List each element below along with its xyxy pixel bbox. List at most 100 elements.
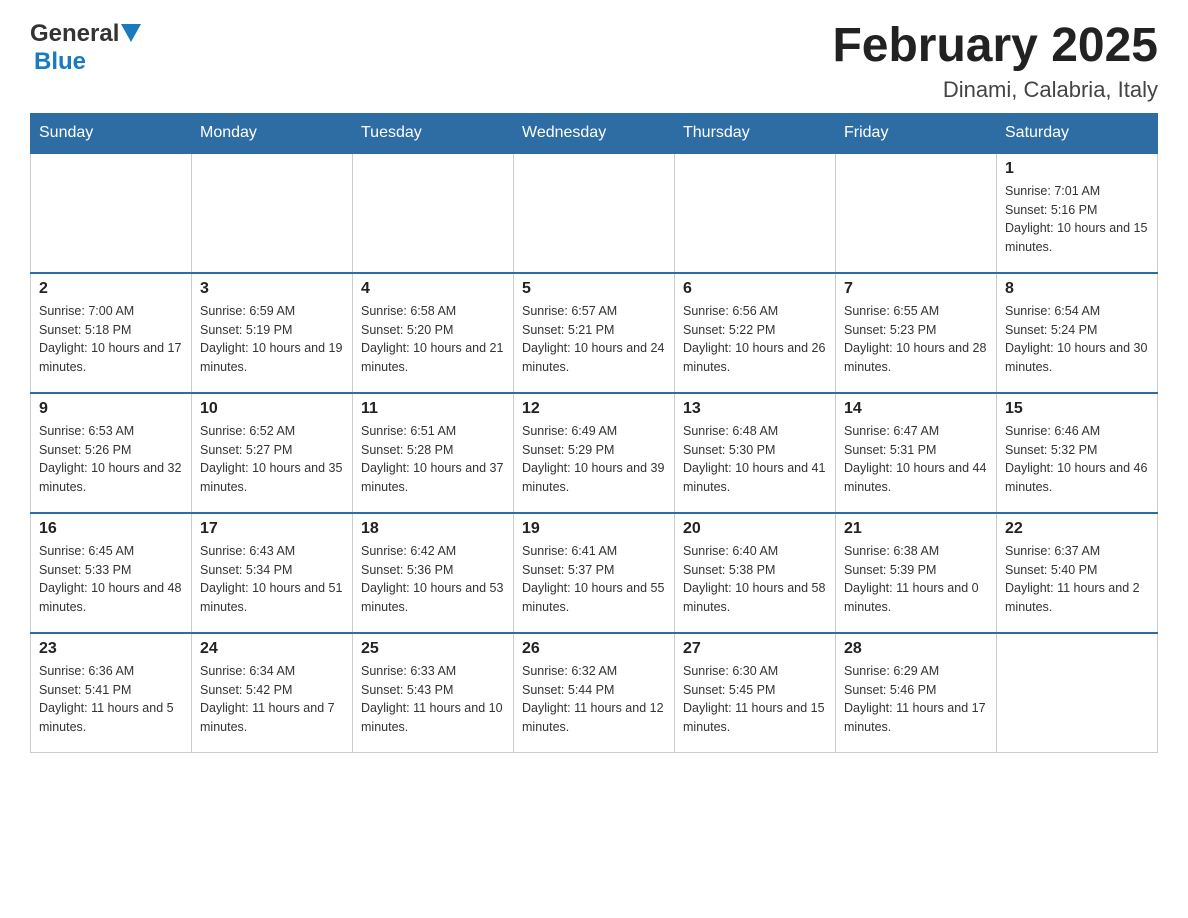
table-row: 1 Sunrise: 7:01 AMSunset: 5:16 PMDaylight… [997, 153, 1158, 273]
table-row: 22 Sunrise: 6:37 AMSunset: 5:40 PMDayligh… [997, 513, 1158, 633]
day-number: 15 [1005, 400, 1149, 418]
table-row: 11 Sunrise: 6:51 AMSunset: 5:28 PMDayligh… [353, 393, 514, 513]
table-row: 23 Sunrise: 6:36 AMSunset: 5:41 PMDayligh… [31, 633, 192, 753]
day-number: 20 [683, 520, 827, 538]
table-row [836, 153, 997, 273]
day-info: Sunrise: 6:38 AMSunset: 5:39 PMDaylight:… [844, 542, 988, 617]
day-number: 19 [522, 520, 666, 538]
calendar-table: Sunday Monday Tuesday Wednesday Thursday… [30, 113, 1158, 754]
page-header: General Blue February 2025 Dinami, Calab… [30, 20, 1158, 103]
day-number: 5 [522, 280, 666, 298]
calendar-header-row: Sunday Monday Tuesday Wednesday Thursday… [31, 113, 1158, 153]
day-info: Sunrise: 6:32 AMSunset: 5:44 PMDaylight:… [522, 662, 666, 737]
day-number: 13 [683, 400, 827, 418]
col-friday: Friday [836, 113, 997, 153]
table-row: 5Sunrise: 6:57 AMSunset: 5:21 PMDaylight… [514, 273, 675, 393]
day-info: Sunrise: 6:34 AMSunset: 5:42 PMDaylight:… [200, 662, 344, 737]
table-row [675, 153, 836, 273]
calendar-week-row: 23 Sunrise: 6:36 AMSunset: 5:41 PMDayligh… [31, 633, 1158, 753]
col-tuesday: Tuesday [353, 113, 514, 153]
table-row: 8 Sunrise: 6:54 AMSunset: 5:24 PMDaylight… [997, 273, 1158, 393]
day-info: Sunrise: 6:54 AMSunset: 5:24 PMDaylight:… [1005, 302, 1149, 377]
day-number: 7 [844, 280, 988, 298]
day-number: 16 [39, 520, 183, 538]
day-info: Sunrise: 6:41 AMSunset: 5:37 PMDaylight:… [522, 542, 666, 617]
col-wednesday: Wednesday [514, 113, 675, 153]
day-info: Sunrise: 7:00 AMSunset: 5:18 PMDaylight:… [39, 302, 183, 377]
day-info: Sunrise: 6:56 AMSunset: 5:22 PMDaylight:… [683, 302, 827, 377]
col-saturday: Saturday [997, 113, 1158, 153]
day-info: Sunrise: 6:33 AMSunset: 5:43 PMDaylight:… [361, 662, 505, 737]
table-row [31, 153, 192, 273]
day-number: 1 [1005, 160, 1149, 178]
calendar-week-row: 16 Sunrise: 6:45 AMSunset: 5:33 PMDayligh… [31, 513, 1158, 633]
day-info: Sunrise: 6:29 AMSunset: 5:46 PMDaylight:… [844, 662, 988, 737]
day-number: 24 [200, 640, 344, 658]
day-number: 8 [1005, 280, 1149, 298]
table-row: 15 Sunrise: 6:46 AMSunset: 5:32 PMDayligh… [997, 393, 1158, 513]
day-number: 14 [844, 400, 988, 418]
table-row: 4 Sunrise: 6:58 AMSunset: 5:20 PMDaylight… [353, 273, 514, 393]
col-sunday: Sunday [31, 113, 192, 153]
day-info: Sunrise: 6:37 AMSunset: 5:40 PMDaylight:… [1005, 542, 1149, 617]
day-info: Sunrise: 6:30 AMSunset: 5:45 PMDaylight:… [683, 662, 827, 737]
table-row [353, 153, 514, 273]
day-number: 25 [361, 640, 505, 658]
table-row: 21 Sunrise: 6:38 AMSunset: 5:39 PMDayligh… [836, 513, 997, 633]
day-number: 4 [361, 280, 505, 298]
day-number: 23 [39, 640, 183, 658]
day-info: Sunrise: 6:36 AMSunset: 5:41 PMDaylight:… [39, 662, 183, 737]
day-info: Sunrise: 6:46 AMSunset: 5:32 PMDaylight:… [1005, 422, 1149, 497]
day-number: 21 [844, 520, 988, 538]
day-info: Sunrise: 6:58 AMSunset: 5:20 PMDaylight:… [361, 302, 505, 377]
table-row [997, 633, 1158, 753]
day-info: Sunrise: 7:01 AMSunset: 5:16 PMDaylight:… [1005, 182, 1149, 257]
month-title: February 2025 [832, 20, 1158, 73]
table-row: 16 Sunrise: 6:45 AMSunset: 5:33 PMDayligh… [31, 513, 192, 633]
table-row: 7 Sunrise: 6:55 AMSunset: 5:23 PMDaylight… [836, 273, 997, 393]
logo-general-text: General [30, 20, 119, 48]
table-row: 9Sunrise: 6:53 AMSunset: 5:26 PMDaylight… [31, 393, 192, 513]
day-info: Sunrise: 6:48 AMSunset: 5:30 PMDaylight:… [683, 422, 827, 497]
day-number: 22 [1005, 520, 1149, 538]
table-row [192, 153, 353, 273]
day-number: 27 [683, 640, 827, 658]
day-info: Sunrise: 6:43 AMSunset: 5:34 PMDaylight:… [200, 542, 344, 617]
col-monday: Monday [192, 113, 353, 153]
day-info: Sunrise: 6:49 AMSunset: 5:29 PMDaylight:… [522, 422, 666, 497]
day-number: 17 [200, 520, 344, 538]
day-info: Sunrise: 6:52 AMSunset: 5:27 PMDaylight:… [200, 422, 344, 497]
logo-arrow-icon [121, 24, 141, 47]
table-row: 10Sunrise: 6:52 AMSunset: 5:27 PMDayligh… [192, 393, 353, 513]
day-number: 28 [844, 640, 988, 658]
logo-blue-text: Blue [34, 48, 86, 76]
table-row: 19 Sunrise: 6:41 AMSunset: 5:37 PMDayligh… [514, 513, 675, 633]
table-row: 20Sunrise: 6:40 AMSunset: 5:38 PMDayligh… [675, 513, 836, 633]
day-number: 11 [361, 400, 505, 418]
day-number: 6 [683, 280, 827, 298]
day-info: Sunrise: 6:53 AMSunset: 5:26 PMDaylight:… [39, 422, 183, 497]
table-row: 27 Sunrise: 6:30 AMSunset: 5:45 PMDayligh… [675, 633, 836, 753]
day-info: Sunrise: 6:51 AMSunset: 5:28 PMDaylight:… [361, 422, 505, 497]
col-thursday: Thursday [675, 113, 836, 153]
table-row: 14Sunrise: 6:47 AMSunset: 5:31 PMDayligh… [836, 393, 997, 513]
table-row: 26Sunrise: 6:32 AMSunset: 5:44 PMDayligh… [514, 633, 675, 753]
day-info: Sunrise: 6:45 AMSunset: 5:33 PMDaylight:… [39, 542, 183, 617]
calendar-week-row: 2 Sunrise: 7:00 AMSunset: 5:18 PMDaylight… [31, 273, 1158, 393]
day-number: 3 [200, 280, 344, 298]
table-row: 12 Sunrise: 6:49 AMSunset: 5:29 PMDayligh… [514, 393, 675, 513]
table-row: 6 Sunrise: 6:56 AMSunset: 5:22 PMDaylight… [675, 273, 836, 393]
table-row: 24 Sunrise: 6:34 AMSunset: 5:42 PMDayligh… [192, 633, 353, 753]
table-row: 28 Sunrise: 6:29 AMSunset: 5:46 PMDayligh… [836, 633, 997, 753]
table-row: 25 Sunrise: 6:33 AMSunset: 5:43 PMDayligh… [353, 633, 514, 753]
logo: General Blue [30, 20, 141, 76]
title-block: February 2025 Dinami, Calabria, Italy [832, 20, 1158, 103]
table-row: 3Sunrise: 6:59 AMSunset: 5:19 PMDaylight… [192, 273, 353, 393]
day-number: 2 [39, 280, 183, 298]
day-number: 12 [522, 400, 666, 418]
day-info: Sunrise: 6:42 AMSunset: 5:36 PMDaylight:… [361, 542, 505, 617]
table-row [514, 153, 675, 273]
table-row: 17 Sunrise: 6:43 AMSunset: 5:34 PMDayligh… [192, 513, 353, 633]
day-info: Sunrise: 6:55 AMSunset: 5:23 PMDaylight:… [844, 302, 988, 377]
location-title: Dinami, Calabria, Italy [832, 77, 1158, 103]
